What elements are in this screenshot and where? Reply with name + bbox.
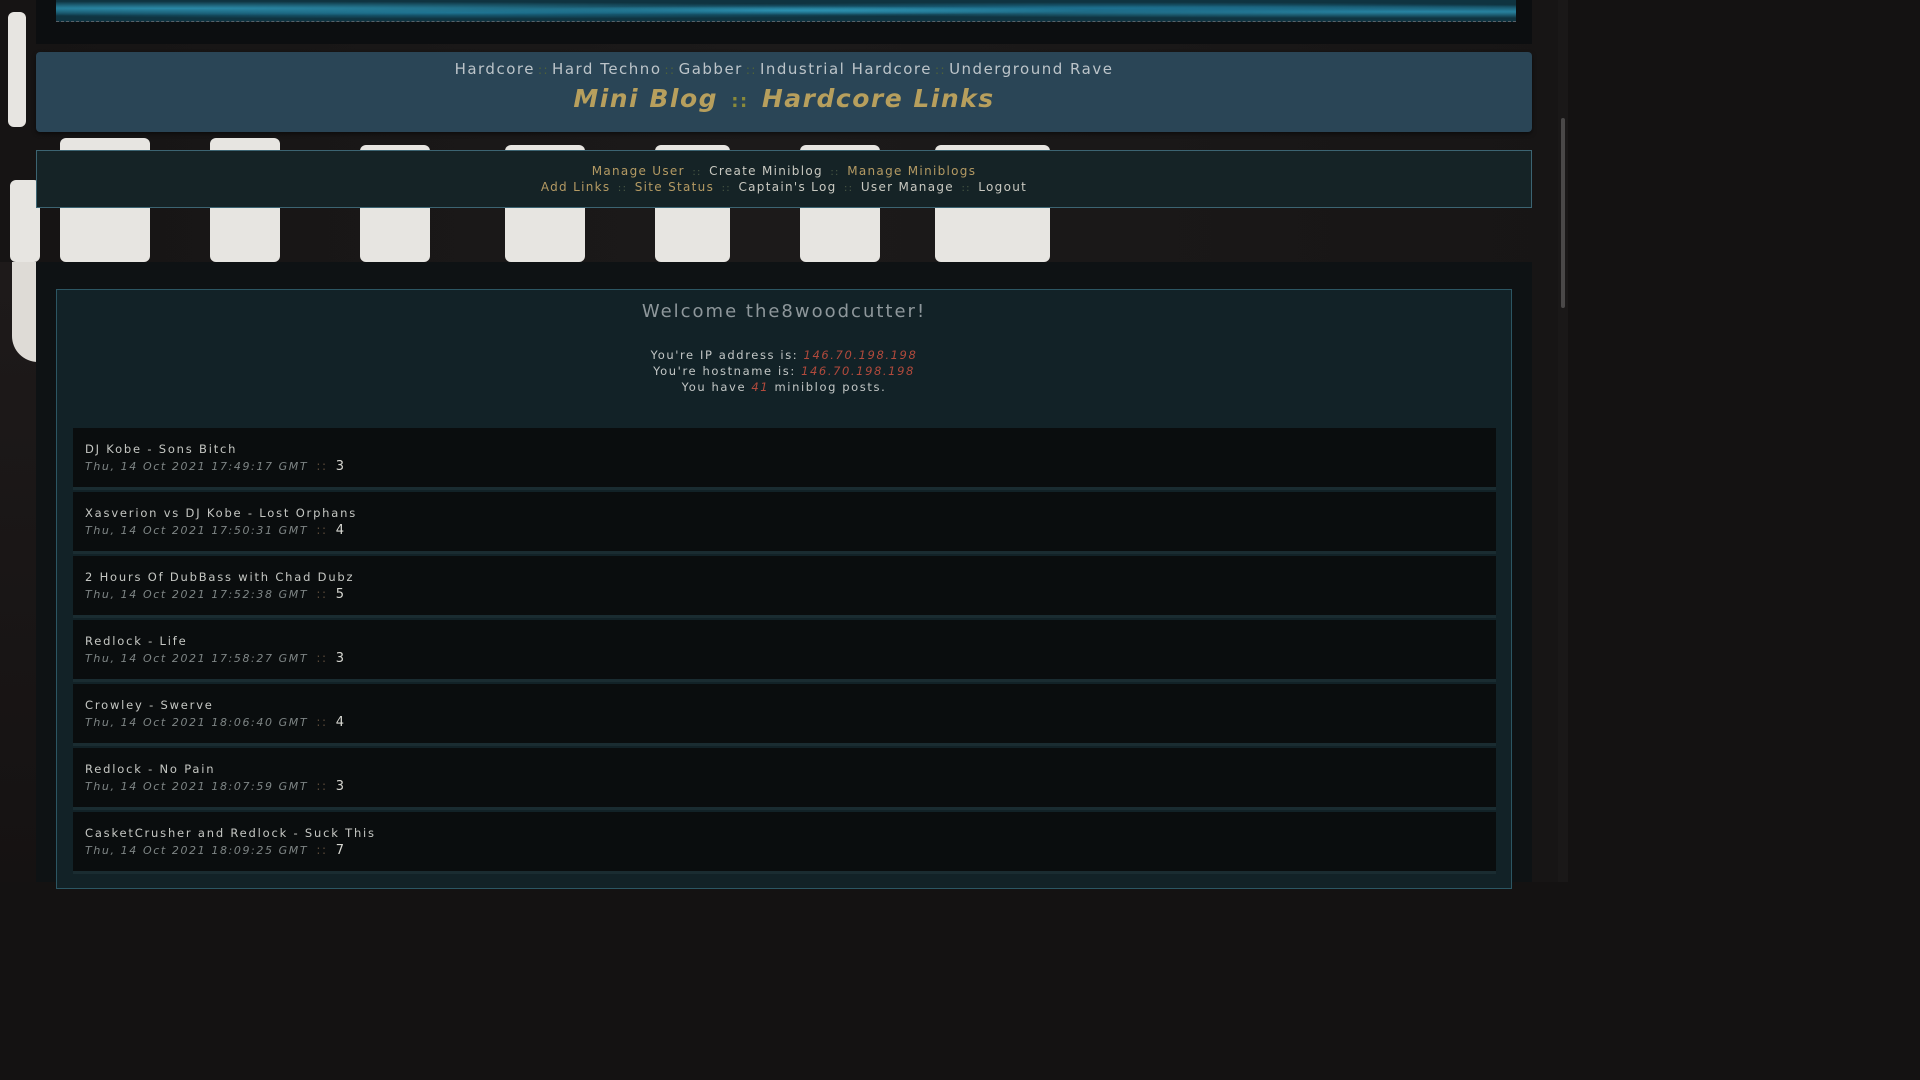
hostname-label: You're hostname is: <box>653 364 796 378</box>
post-date: Thu, 14 Oct 2021 17:49:17 GMT <box>85 460 309 473</box>
posts-prefix: You have <box>681 380 747 394</box>
genre-link-underground-rave[interactable]: Underground Rave <box>949 60 1113 78</box>
post-title[interactable]: Crowley - Swerve <box>85 698 214 712</box>
hostname-value: 146.70.198.198 <box>801 364 915 378</box>
nav-separator: :: <box>617 183 628 194</box>
post-count: 3 <box>335 459 344 474</box>
post-count: 4 <box>335 523 344 538</box>
meta-separator: :: <box>316 651 328 665</box>
admin-nav-row-2: Add Links :: Site Status :: Captain's Lo… <box>37 180 1531 194</box>
post-count: 7 <box>335 843 344 858</box>
nav-separator: :: <box>830 167 840 178</box>
site-status-link[interactable]: Site Status <box>635 180 714 194</box>
post-count: 5 <box>335 587 344 602</box>
post-item[interactable]: 2 Hours Of DubBass with Chad Dubz Thu, 1… <box>73 556 1496 618</box>
welcome-heading: Welcome the8woodcutter! <box>641 301 927 322</box>
title-separator: :: <box>731 91 749 112</box>
post-date: Thu, 14 Oct 2021 17:50:31 GMT <box>85 524 309 537</box>
miniblog-post-list: DJ Kobe - Sons Bitch Thu, 14 Oct 2021 17… <box>73 428 1496 876</box>
post-title[interactable]: Redlock - Life <box>85 634 187 648</box>
left-decoration <box>0 262 38 882</box>
post-item[interactable]: Crowley - Swerve Thu, 14 Oct 2021 18:06:… <box>73 684 1496 746</box>
post-meta: Thu, 14 Oct 2021 18:09:25 GMT :: 7 <box>85 843 344 858</box>
post-meta: Thu, 14 Oct 2021 17:52:38 GMT :: 5 <box>85 587 344 602</box>
meta-separator: :: <box>316 587 328 601</box>
captains-log-link[interactable]: Captain's Log <box>738 180 836 194</box>
post-title[interactable]: CasketCrusher and Redlock - Suck This <box>85 826 376 840</box>
post-item[interactable]: Redlock - Life Thu, 14 Oct 2021 17:58:27… <box>73 620 1496 682</box>
meta-separator: :: <box>316 715 328 729</box>
hardcore-links-link[interactable]: Hardcore Links <box>762 84 995 113</box>
post-date: Thu, 14 Oct 2021 18:07:59 GMT <box>85 780 309 793</box>
nav-separator: :: <box>537 63 550 77</box>
genre-link-gabber[interactable]: Gabber <box>679 60 743 78</box>
post-title[interactable]: 2 Hours Of DubBass with Chad Dubz <box>85 570 354 584</box>
post-title[interactable]: Redlock - No Pain <box>85 762 215 776</box>
user-manage-link[interactable]: User Manage <box>861 180 954 194</box>
nav-separator: :: <box>843 183 854 194</box>
post-date: Thu, 14 Oct 2021 18:09:25 GMT <box>85 844 309 857</box>
banner-image <box>56 0 1516 22</box>
meta-separator: :: <box>316 779 328 793</box>
genre-nav: Hardcore:: Hard Techno:: Gabber:: Industria… <box>36 60 1532 78</box>
post-title[interactable]: DJ Kobe - Sons Bitch <box>85 442 237 456</box>
ip-value: 146.70.198.198 <box>803 348 918 362</box>
nav-separator: :: <box>934 63 947 77</box>
admin-nav-row-1: Manage User :: Create Miniblog :: Manage… <box>37 164 1531 178</box>
meta-separator: :: <box>316 459 328 473</box>
post-title[interactable]: Xasverion vs DJ Kobe - Lost Orphans <box>85 506 357 520</box>
dashboard-panel: Welcome the8woodcutter! You're IP addres… <box>56 289 1512 889</box>
posts-suffix: miniblog posts. <box>774 380 887 394</box>
meta-separator: :: <box>316 523 328 537</box>
site-title: Mini Blog :: Hardcore Links <box>36 84 1532 113</box>
post-count: 3 <box>335 651 344 666</box>
hostname-info: You're hostname is: 146.70.198.198 <box>57 364 1511 378</box>
genre-link-hardcore[interactable]: Hardcore <box>455 60 535 78</box>
post-meta: Thu, 14 Oct 2021 17:58:27 GMT :: 3 <box>85 651 344 666</box>
post-date: Thu, 14 Oct 2021 17:58:27 GMT <box>85 652 309 665</box>
post-meta: Thu, 14 Oct 2021 17:50:31 GMT :: 4 <box>85 523 344 538</box>
genre-link-industrial-hardcore[interactable]: Industrial Hardcore <box>760 60 932 78</box>
scrollbar-thumb[interactable] <box>1561 118 1565 308</box>
post-item[interactable]: Xasverion vs DJ Kobe - Lost Orphans Thu,… <box>73 492 1496 554</box>
nav-separator: :: <box>961 183 971 194</box>
admin-nav-panel: Manage User :: Create Miniblog :: Manage… <box>36 150 1532 208</box>
post-item[interactable]: Redlock - No Pain Thu, 14 Oct 2021 18:07… <box>73 748 1496 810</box>
genre-link-hard-techno[interactable]: Hard Techno <box>552 60 661 78</box>
post-count-info: You have 41 miniblog posts. <box>57 380 1511 394</box>
post-date: Thu, 14 Oct 2021 18:06:40 GMT <box>85 716 309 729</box>
ip-info: You're IP address is: 146.70.198.198 <box>57 348 1511 362</box>
page-scrollbar[interactable] <box>1558 0 1568 882</box>
nav-separator: :: <box>692 167 702 178</box>
logout-link[interactable]: Logout <box>978 180 1027 194</box>
post-count: 4 <box>335 715 344 730</box>
post-count: 3 <box>335 779 344 794</box>
add-links-link[interactable]: Add Links <box>541 180 611 194</box>
post-item[interactable]: DJ Kobe - Sons Bitch Thu, 14 Oct 2021 17… <box>73 428 1496 490</box>
nav-separator: :: <box>745 63 757 77</box>
posts-count: 41 <box>751 380 770 394</box>
post-date: Thu, 14 Oct 2021 17:52:38 GMT <box>85 588 309 601</box>
post-item[interactable]: CasketCrusher and Redlock - Suck This Th… <box>73 812 1496 874</box>
post-meta: Thu, 14 Oct 2021 17:49:17 GMT :: 3 <box>85 459 344 474</box>
mini-blog-link[interactable]: Mini Blog <box>573 84 718 113</box>
header-banner <box>36 0 1532 44</box>
post-meta: Thu, 14 Oct 2021 18:07:59 GMT :: 3 <box>85 779 344 794</box>
manage-user-link[interactable]: Manage User <box>592 164 685 178</box>
nav-separator: :: <box>721 183 731 194</box>
create-miniblog-link[interactable]: Create Miniblog <box>709 164 823 178</box>
manage-miniblogs-link[interactable]: Manage Miniblogs <box>847 164 976 178</box>
nav-separator: :: <box>664 63 676 77</box>
ip-label: You're IP address is: <box>650 348 799 362</box>
main-content: Welcome the8woodcutter! You're IP addres… <box>36 262 1532 889</box>
header-panel: Hardcore:: Hard Techno:: Gabber:: Industria… <box>36 52 1532 132</box>
meta-separator: :: <box>316 843 328 857</box>
post-meta: Thu, 14 Oct 2021 18:06:40 GMT :: 4 <box>85 715 344 730</box>
